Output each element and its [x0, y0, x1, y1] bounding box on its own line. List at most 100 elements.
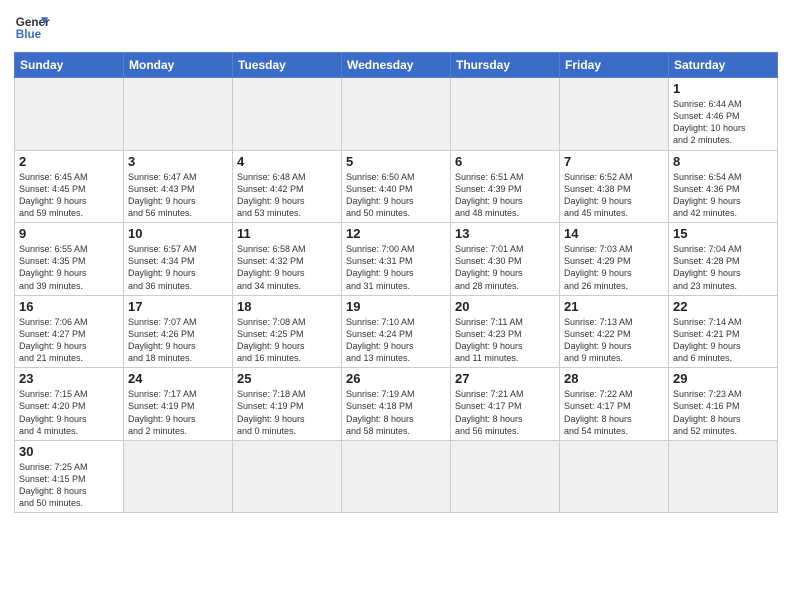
day-number: 12	[346, 226, 446, 241]
day-cell	[124, 78, 233, 151]
day-number: 20	[455, 299, 555, 314]
day-cell	[560, 78, 669, 151]
day-info: Sunrise: 7:06 AM Sunset: 4:27 PM Dayligh…	[19, 316, 119, 365]
day-cell: 9 Sunrise: 6:55 AM Sunset: 4:35 PM Daylig…	[15, 223, 124, 296]
day-number: 30	[19, 444, 119, 459]
logo-icon: General Blue	[14, 10, 50, 46]
day-cell	[342, 78, 451, 151]
header-cell-friday: Friday	[560, 53, 669, 78]
calendar-body: 1Sunrise: 6:44 AM Sunset: 4:46 PM Daylig…	[15, 78, 778, 513]
day-info: Sunrise: 7:14 AM Sunset: 4:21 PM Dayligh…	[673, 316, 773, 365]
logo: General Blue	[14, 10, 50, 46]
day-cell: 2 Sunrise: 6:45 AM Sunset: 4:45 PM Daylig…	[15, 150, 124, 223]
day-cell: 29 Sunrise: 7:23 AM Sunset: 4:16 PM Dayli…	[669, 368, 778, 441]
day-cell: 1Sunrise: 6:44 AM Sunset: 4:46 PM Daylig…	[669, 78, 778, 151]
header: General Blue	[14, 10, 778, 46]
day-cell: 15 Sunrise: 7:04 AM Sunset: 4:28 PM Dayli…	[669, 223, 778, 296]
calendar-page: General Blue SundayMondayTuesdayWednesda…	[0, 0, 792, 612]
day-number: 10	[128, 226, 228, 241]
svg-text:Blue: Blue	[16, 28, 42, 41]
day-info: Sunrise: 6:55 AM Sunset: 4:35 PM Dayligh…	[19, 243, 119, 292]
day-cell: 13 Sunrise: 7:01 AM Sunset: 4:30 PM Dayli…	[451, 223, 560, 296]
day-cell: 21 Sunrise: 7:13 AM Sunset: 4:22 PM Dayli…	[560, 295, 669, 368]
day-cell: 7Sunrise: 6:52 AM Sunset: 4:38 PM Daylig…	[560, 150, 669, 223]
day-cell: 10 Sunrise: 6:57 AM Sunset: 4:34 PM Dayli…	[124, 223, 233, 296]
day-number: 14	[564, 226, 664, 241]
calendar-table: SundayMondayTuesdayWednesdayThursdayFrid…	[14, 52, 778, 513]
day-info: Sunrise: 7:19 AM Sunset: 4:18 PM Dayligh…	[346, 388, 446, 437]
day-number: 26	[346, 371, 446, 386]
day-number: 21	[564, 299, 664, 314]
day-info: Sunrise: 6:57 AM Sunset: 4:34 PM Dayligh…	[128, 243, 228, 292]
day-cell: 20 Sunrise: 7:11 AM Sunset: 4:23 PM Dayli…	[451, 295, 560, 368]
day-info: Sunrise: 7:13 AM Sunset: 4:22 PM Dayligh…	[564, 316, 664, 365]
day-cell: 28Sunrise: 7:22 AM Sunset: 4:17 PM Dayli…	[560, 368, 669, 441]
day-cell: 18 Sunrise: 7:08 AM Sunset: 4:25 PM Dayli…	[233, 295, 342, 368]
day-info: Sunrise: 7:17 AM Sunset: 4:19 PM Dayligh…	[128, 388, 228, 437]
day-cell: 12 Sunrise: 7:00 AM Sunset: 4:31 PM Dayli…	[342, 223, 451, 296]
week-row-1: 2 Sunrise: 6:45 AM Sunset: 4:45 PM Daylig…	[15, 150, 778, 223]
week-row-4: 23 Sunrise: 7:15 AM Sunset: 4:20 PM Dayli…	[15, 368, 778, 441]
day-info: Sunrise: 7:08 AM Sunset: 4:25 PM Dayligh…	[237, 316, 337, 365]
day-number: 5	[346, 154, 446, 169]
day-number: 28	[564, 371, 664, 386]
day-info: Sunrise: 6:47 AM Sunset: 4:43 PM Dayligh…	[128, 171, 228, 220]
day-info: Sunrise: 6:48 AM Sunset: 4:42 PM Dayligh…	[237, 171, 337, 220]
day-number: 24	[128, 371, 228, 386]
day-number: 15	[673, 226, 773, 241]
day-cell: 24 Sunrise: 7:17 AM Sunset: 4:19 PM Dayli…	[124, 368, 233, 441]
day-info: Sunrise: 6:51 AM Sunset: 4:39 PM Dayligh…	[455, 171, 555, 220]
day-number: 17	[128, 299, 228, 314]
day-cell: 26 Sunrise: 7:19 AM Sunset: 4:18 PM Dayli…	[342, 368, 451, 441]
week-row-2: 9 Sunrise: 6:55 AM Sunset: 4:35 PM Daylig…	[15, 223, 778, 296]
day-info: Sunrise: 7:10 AM Sunset: 4:24 PM Dayligh…	[346, 316, 446, 365]
day-cell: 22 Sunrise: 7:14 AM Sunset: 4:21 PM Dayli…	[669, 295, 778, 368]
day-info: Sunrise: 7:23 AM Sunset: 4:16 PM Dayligh…	[673, 388, 773, 437]
day-number: 2	[19, 154, 119, 169]
day-number: 6	[455, 154, 555, 169]
day-cell: 27Sunrise: 7:21 AM Sunset: 4:17 PM Dayli…	[451, 368, 560, 441]
day-cell: 5 Sunrise: 6:50 AM Sunset: 4:40 PM Daylig…	[342, 150, 451, 223]
day-info: Sunrise: 7:03 AM Sunset: 4:29 PM Dayligh…	[564, 243, 664, 292]
day-number: 22	[673, 299, 773, 314]
day-number: 29	[673, 371, 773, 386]
day-cell: 19 Sunrise: 7:10 AM Sunset: 4:24 PM Dayli…	[342, 295, 451, 368]
day-cell: 6 Sunrise: 6:51 AM Sunset: 4:39 PM Daylig…	[451, 150, 560, 223]
header-cell-monday: Monday	[124, 53, 233, 78]
day-number: 19	[346, 299, 446, 314]
day-info: Sunrise: 6:45 AM Sunset: 4:45 PM Dayligh…	[19, 171, 119, 220]
header-cell-tuesday: Tuesday	[233, 53, 342, 78]
day-number: 3	[128, 154, 228, 169]
day-number: 16	[19, 299, 119, 314]
day-number: 8	[673, 154, 773, 169]
day-info: Sunrise: 7:11 AM Sunset: 4:23 PM Dayligh…	[455, 316, 555, 365]
day-cell	[669, 440, 778, 513]
day-number: 13	[455, 226, 555, 241]
day-info: Sunrise: 7:21 AM Sunset: 4:17 PM Dayligh…	[455, 388, 555, 437]
day-cell: 17Sunrise: 7:07 AM Sunset: 4:26 PM Dayli…	[124, 295, 233, 368]
day-cell: 11Sunrise: 6:58 AM Sunset: 4:32 PM Dayli…	[233, 223, 342, 296]
day-cell: 3 Sunrise: 6:47 AM Sunset: 4:43 PM Daylig…	[124, 150, 233, 223]
day-info: Sunrise: 7:00 AM Sunset: 4:31 PM Dayligh…	[346, 243, 446, 292]
header-cell-wednesday: Wednesday	[342, 53, 451, 78]
day-cell: 4Sunrise: 6:48 AM Sunset: 4:42 PM Daylig…	[233, 150, 342, 223]
day-cell: 8Sunrise: 6:54 AM Sunset: 4:36 PM Daylig…	[669, 150, 778, 223]
day-info: Sunrise: 6:50 AM Sunset: 4:40 PM Dayligh…	[346, 171, 446, 220]
day-cell	[560, 440, 669, 513]
day-info: Sunrise: 6:58 AM Sunset: 4:32 PM Dayligh…	[237, 243, 337, 292]
day-number: 18	[237, 299, 337, 314]
week-row-5: 30Sunrise: 7:25 AM Sunset: 4:15 PM Dayli…	[15, 440, 778, 513]
day-info: Sunrise: 6:52 AM Sunset: 4:38 PM Dayligh…	[564, 171, 664, 220]
calendar-header: SundayMondayTuesdayWednesdayThursdayFrid…	[15, 53, 778, 78]
header-cell-saturday: Saturday	[669, 53, 778, 78]
day-cell: 30Sunrise: 7:25 AM Sunset: 4:15 PM Dayli…	[15, 440, 124, 513]
day-info: Sunrise: 6:44 AM Sunset: 4:46 PM Dayligh…	[673, 98, 773, 147]
header-row: SundayMondayTuesdayWednesdayThursdayFrid…	[15, 53, 778, 78]
week-row-3: 16 Sunrise: 7:06 AM Sunset: 4:27 PM Dayli…	[15, 295, 778, 368]
day-info: Sunrise: 7:01 AM Sunset: 4:30 PM Dayligh…	[455, 243, 555, 292]
day-number: 9	[19, 226, 119, 241]
day-info: Sunrise: 7:04 AM Sunset: 4:28 PM Dayligh…	[673, 243, 773, 292]
day-number: 23	[19, 371, 119, 386]
day-info: Sunrise: 7:15 AM Sunset: 4:20 PM Dayligh…	[19, 388, 119, 437]
day-number: 25	[237, 371, 337, 386]
